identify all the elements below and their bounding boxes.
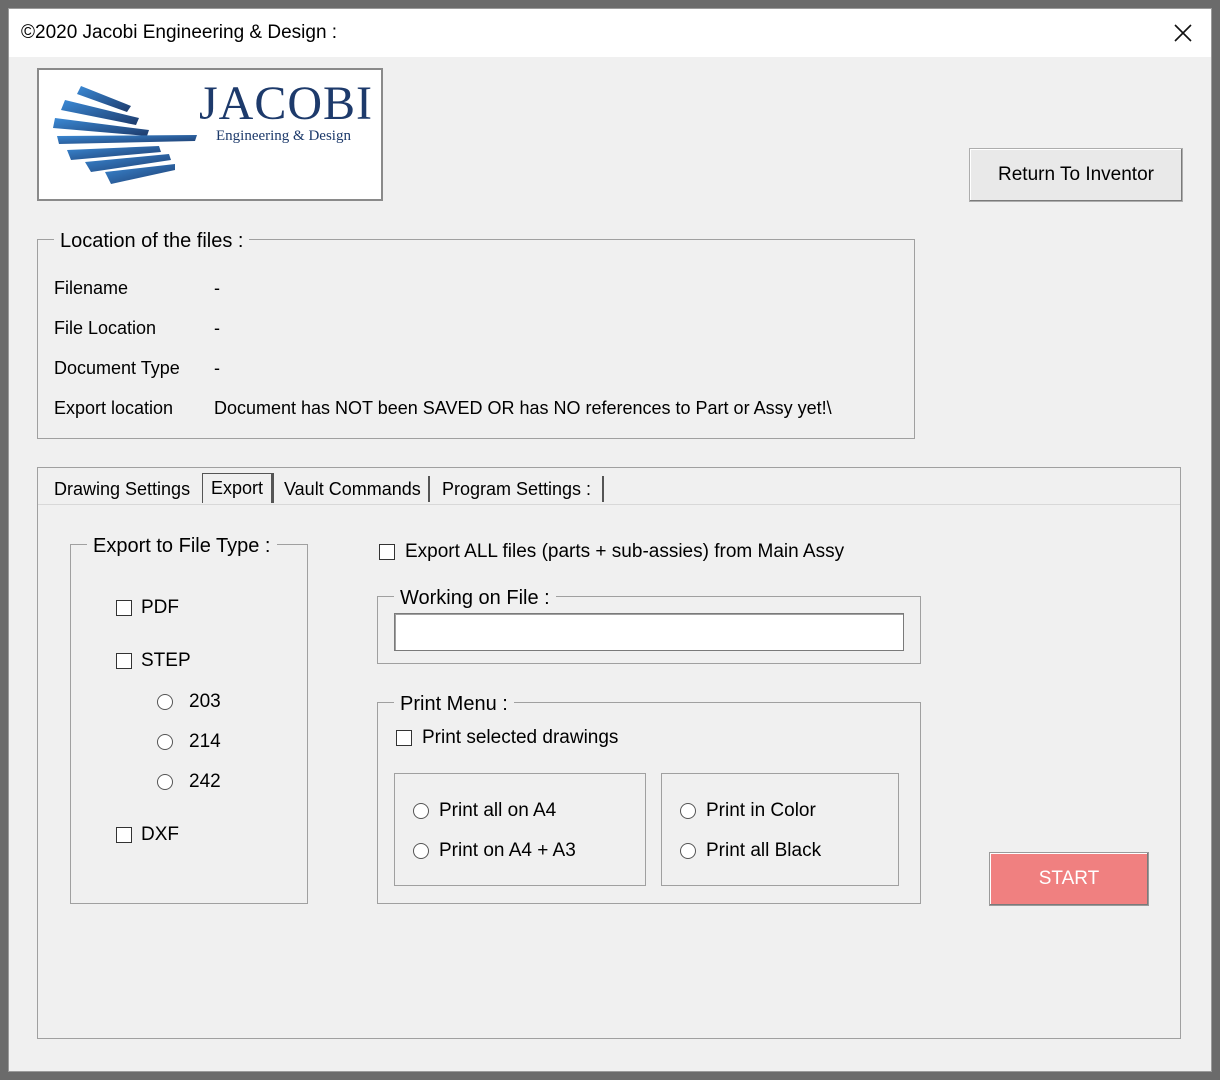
print-a4-radio[interactable] xyxy=(413,803,429,819)
print-color-label: Print in Color xyxy=(706,800,816,821)
tab-separator xyxy=(602,476,604,502)
return-to-inventor-button[interactable]: Return To Inventor xyxy=(969,148,1183,202)
print-color-radio[interactable] xyxy=(680,803,696,819)
location-group: Location of the files : Filename - File … xyxy=(37,230,915,439)
working-file-legend: Working on File : xyxy=(394,587,556,609)
document-type-value: - xyxy=(214,358,220,378)
tab-vault-commands[interactable]: Vault Commands xyxy=(276,476,429,502)
export-location-value: Document has NOT been SAVED OR has NO re… xyxy=(214,398,832,418)
tab-control: Drawing Settings Export Vault Commands P… xyxy=(37,467,1181,1039)
filename-value: - xyxy=(214,278,220,298)
file-type-legend: Export to File Type : xyxy=(87,535,277,557)
tab-program-settings[interactable]: Program Settings : xyxy=(434,476,599,502)
print-black-radio[interactable] xyxy=(680,843,696,859)
step-242-radio[interactable] xyxy=(157,774,173,790)
step-214-label: 214 xyxy=(189,731,221,752)
start-button[interactable]: START xyxy=(989,852,1149,906)
dxf-checkbox[interactable] xyxy=(116,827,132,843)
location-legend: Location of the files : xyxy=(54,230,250,252)
logo-wordmark: JACOBI xyxy=(199,77,374,130)
file-location-label: File Location xyxy=(54,318,157,338)
filename-label: Filename xyxy=(54,278,129,298)
step-label: STEP xyxy=(141,650,191,671)
paper-size-group: Print all on A4 Print on A4 + A3 xyxy=(394,773,646,886)
step-214-radio[interactable] xyxy=(157,734,173,750)
working-file-field[interactable] xyxy=(394,613,904,651)
file-location-value: - xyxy=(214,318,220,338)
file-type-group: Export to File Type : PDF STEP 203 214 2… xyxy=(70,535,308,904)
working-file-group: Working on File : xyxy=(377,587,921,664)
export-all-checkbox[interactable] xyxy=(379,544,395,560)
print-a4-a3-label: Print on A4 + A3 xyxy=(439,840,576,861)
print-menu-group: Print Menu : Print selected drawings Pri… xyxy=(377,693,921,904)
print-selected-checkbox[interactable] xyxy=(396,730,412,746)
print-a4-label: Print all on A4 xyxy=(439,800,557,821)
dialog-window: ©2020 Jacobi Engineering & Design : JACO xyxy=(8,8,1212,1072)
step-203-label: 203 xyxy=(189,691,221,712)
close-icon xyxy=(1174,24,1192,42)
print-black-label: Print all Black xyxy=(706,840,822,861)
logo-stripes-icon xyxy=(53,86,197,184)
company-logo: JACOBI Engineering & Design xyxy=(37,68,383,201)
title-bar: ©2020 Jacobi Engineering & Design : xyxy=(9,9,1211,57)
export-location-label: Export location xyxy=(54,398,174,418)
export-all-label: Export ALL files (parts + sub-assies) fr… xyxy=(405,541,845,562)
tabstrip-divider xyxy=(38,504,1180,505)
dxf-label: DXF xyxy=(141,824,179,845)
tab-drawing-settings[interactable]: Drawing Settings xyxy=(46,476,198,502)
window-title: ©2020 Jacobi Engineering & Design : xyxy=(21,22,338,43)
step-203-radio[interactable] xyxy=(157,694,173,710)
document-type-label: Document Type xyxy=(54,358,180,378)
tab-separator xyxy=(428,476,430,502)
print-selected-label: Print selected drawings xyxy=(422,727,619,748)
pdf-checkbox[interactable] xyxy=(116,600,132,616)
logo-subtitle: Engineering & Design xyxy=(216,128,351,144)
print-a4-a3-radio[interactable] xyxy=(413,843,429,859)
print-menu-legend: Print Menu : xyxy=(394,693,514,715)
step-checkbox[interactable] xyxy=(116,653,132,669)
tab-export[interactable]: Export xyxy=(202,473,275,503)
pdf-label: PDF xyxy=(141,597,179,618)
step-242-label: 242 xyxy=(189,771,221,792)
close-button[interactable] xyxy=(1155,9,1211,57)
print-color-group: Print in Color Print all Black xyxy=(661,773,899,886)
